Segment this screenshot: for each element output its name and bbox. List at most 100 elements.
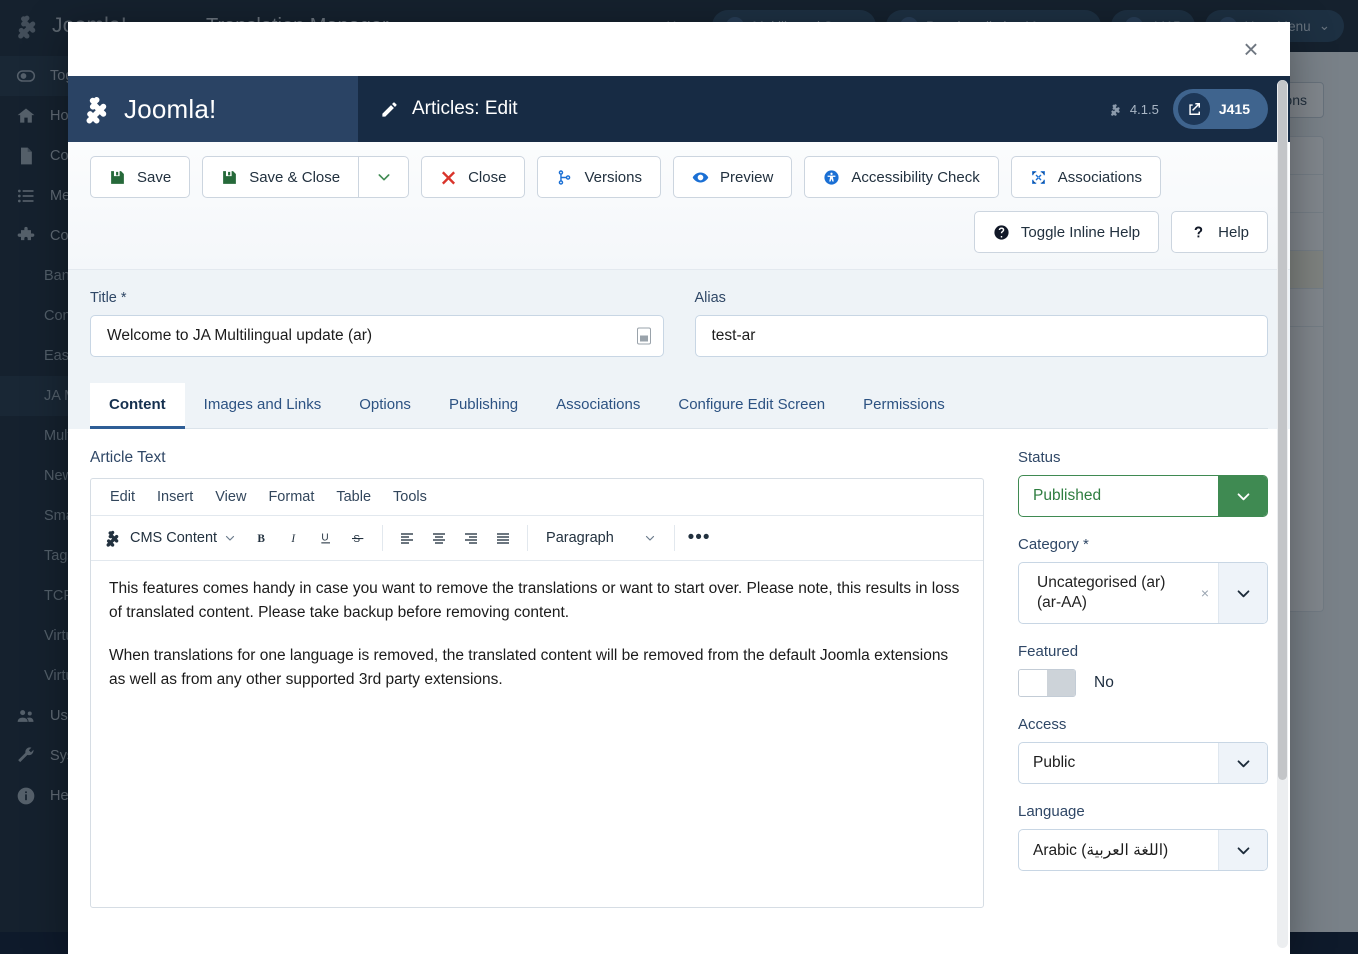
- associations-button[interactable]: Associations: [1011, 156, 1161, 198]
- title-alias-row: Title * Alias: [90, 290, 1268, 357]
- align-right-button[interactable]: [455, 522, 487, 554]
- cms-content-label: CMS Content: [130, 530, 217, 546]
- svg-text:S: S: [353, 534, 360, 545]
- save-dropdown-toggle[interactable]: [359, 156, 409, 198]
- associations-button-label: Associations: [1058, 169, 1142, 186]
- language-label: Language: [1018, 803, 1268, 820]
- underline-icon: U: [318, 530, 334, 546]
- alias-input[interactable]: [695, 315, 1269, 357]
- versions-button[interactable]: Versions: [537, 156, 661, 198]
- save-and-close-label: Save & Close: [249, 169, 340, 186]
- close-button[interactable]: Close: [421, 156, 525, 198]
- editor-toolbar: CMS Content B I U S: [91, 516, 983, 561]
- title-field-group: Title *: [90, 290, 664, 357]
- alignment-group: [391, 522, 519, 554]
- save-button[interactable]: Save: [90, 156, 190, 198]
- bold-icon: B: [254, 530, 270, 546]
- site-badge[interactable]: J415: [1173, 89, 1268, 129]
- status-value: Published: [1019, 476, 1218, 516]
- strikethrough-button[interactable]: S: [342, 522, 374, 554]
- more-options-button[interactable]: •••: [683, 522, 715, 554]
- modal-body: Joomla! Articles: Edit 4.1.5: [68, 76, 1290, 954]
- status-field: Status Published: [1018, 449, 1268, 517]
- featured-toggle[interactable]: [1018, 669, 1076, 697]
- align-justify-button[interactable]: [487, 522, 519, 554]
- featured-value: No: [1094, 674, 1114, 692]
- toggle-off-half: [1019, 670, 1047, 696]
- tab-publishing[interactable]: Publishing: [430, 383, 537, 429]
- tab-associations[interactable]: Associations: [537, 383, 659, 429]
- tab-options[interactable]: Options: [340, 383, 430, 429]
- form-area: Title * Alias: [68, 270, 1290, 357]
- chevron-down-icon: [1218, 476, 1267, 516]
- format-select[interactable]: Paragraph: [536, 525, 666, 551]
- editor-menu-insert[interactable]: Insert: [146, 485, 204, 509]
- alias-input-wrap: [695, 315, 1269, 357]
- help-button-label: Help: [1218, 224, 1249, 241]
- language-select[interactable]: Arabic (اللغة العربية): [1018, 829, 1268, 871]
- title-input-wrap: [90, 315, 664, 357]
- editor-content-area[interactable]: This features comes handy in case you wa…: [91, 561, 983, 727]
- tab-content[interactable]: Content: [90, 383, 185, 429]
- tab-configure-edit-screen[interactable]: Configure Edit Screen: [659, 383, 844, 429]
- modal-scrollbar[interactable]: [1277, 80, 1288, 948]
- modal-title: Articles: Edit: [380, 98, 518, 120]
- tab-permissions[interactable]: Permissions: [844, 383, 964, 429]
- save-and-close-button[interactable]: Save & Close: [202, 156, 359, 198]
- editor-menubar: Edit Insert View Format Table Tools: [91, 479, 983, 516]
- strikethrough-icon: S: [350, 530, 366, 546]
- cms-content-button[interactable]: CMS Content: [99, 525, 246, 551]
- modal-toolbar: Save Save & Close Close: [68, 142, 1290, 270]
- chevron-down-icon: [644, 532, 656, 544]
- editor-menu-edit[interactable]: Edit: [99, 485, 146, 509]
- question-mark-icon: [1190, 224, 1207, 241]
- category-select[interactable]: Uncategorised (ar) (ar-AA) ×: [1018, 562, 1268, 624]
- versions-button-label: Versions: [584, 169, 642, 186]
- align-center-icon: [431, 530, 447, 546]
- accessibility-check-button[interactable]: Accessibility Check: [804, 156, 998, 198]
- preview-button-label: Preview: [720, 169, 773, 186]
- align-left-icon: [399, 530, 415, 546]
- status-select[interactable]: Published: [1018, 475, 1268, 517]
- help-button[interactable]: Help: [1171, 211, 1268, 253]
- chevron-down-icon: [224, 532, 236, 544]
- italic-button[interactable]: I: [278, 522, 310, 554]
- associations-icon: [1030, 169, 1047, 186]
- scrollbar-thumb[interactable]: [1278, 80, 1287, 780]
- toolbar-secondary-row: Toggle Inline Help Help: [90, 211, 1268, 253]
- close-icon[interactable]: ×: [1234, 32, 1268, 66]
- featured-field: Featured No: [1018, 643, 1268, 697]
- tab-bar: Content Images and Links Options Publish…: [90, 383, 1268, 429]
- align-left-button[interactable]: [391, 522, 423, 554]
- align-right-icon: [463, 530, 479, 546]
- tab-images-and-links[interactable]: Images and Links: [185, 383, 341, 429]
- access-value: Public: [1019, 743, 1218, 783]
- version-text: 4.1.5: [1130, 102, 1159, 117]
- editor-menu-tools[interactable]: Tools: [382, 485, 438, 509]
- svg-text:I: I: [290, 533, 296, 545]
- clear-icon[interactable]: ×: [1201, 584, 1209, 602]
- preview-button[interactable]: Preview: [673, 156, 792, 198]
- article-text-label: Article Text: [90, 449, 984, 467]
- joomla-brand-text: Joomla!: [124, 94, 216, 125]
- bold-button[interactable]: B: [246, 522, 278, 554]
- toggle-inline-help-label: Toggle Inline Help: [1021, 224, 1140, 241]
- toggle-inline-help-button[interactable]: Toggle Inline Help: [974, 211, 1159, 253]
- modal-title-text: Articles: Edit: [412, 98, 518, 120]
- chevron-down-icon: [1218, 563, 1267, 623]
- title-label: Title *: [90, 290, 664, 306]
- editor-menu-view[interactable]: View: [204, 485, 257, 509]
- toolbar-divider: [382, 525, 383, 551]
- save-and-close-group: Save & Close: [202, 156, 409, 198]
- access-select[interactable]: Public: [1018, 742, 1268, 784]
- tinymce-editor: Edit Insert View Format Table Tools CMS …: [90, 478, 984, 908]
- align-center-button[interactable]: [423, 522, 455, 554]
- editor-menu-format[interactable]: Format: [257, 485, 325, 509]
- editor-menu-table[interactable]: Table: [325, 485, 382, 509]
- title-input[interactable]: [90, 315, 664, 357]
- chevron-down-icon: [376, 169, 392, 185]
- underline-button[interactable]: U: [310, 522, 342, 554]
- editor-paragraph: When translations for one language is re…: [109, 644, 965, 692]
- status-label: Status: [1018, 449, 1268, 466]
- category-label: Category *: [1018, 536, 1268, 553]
